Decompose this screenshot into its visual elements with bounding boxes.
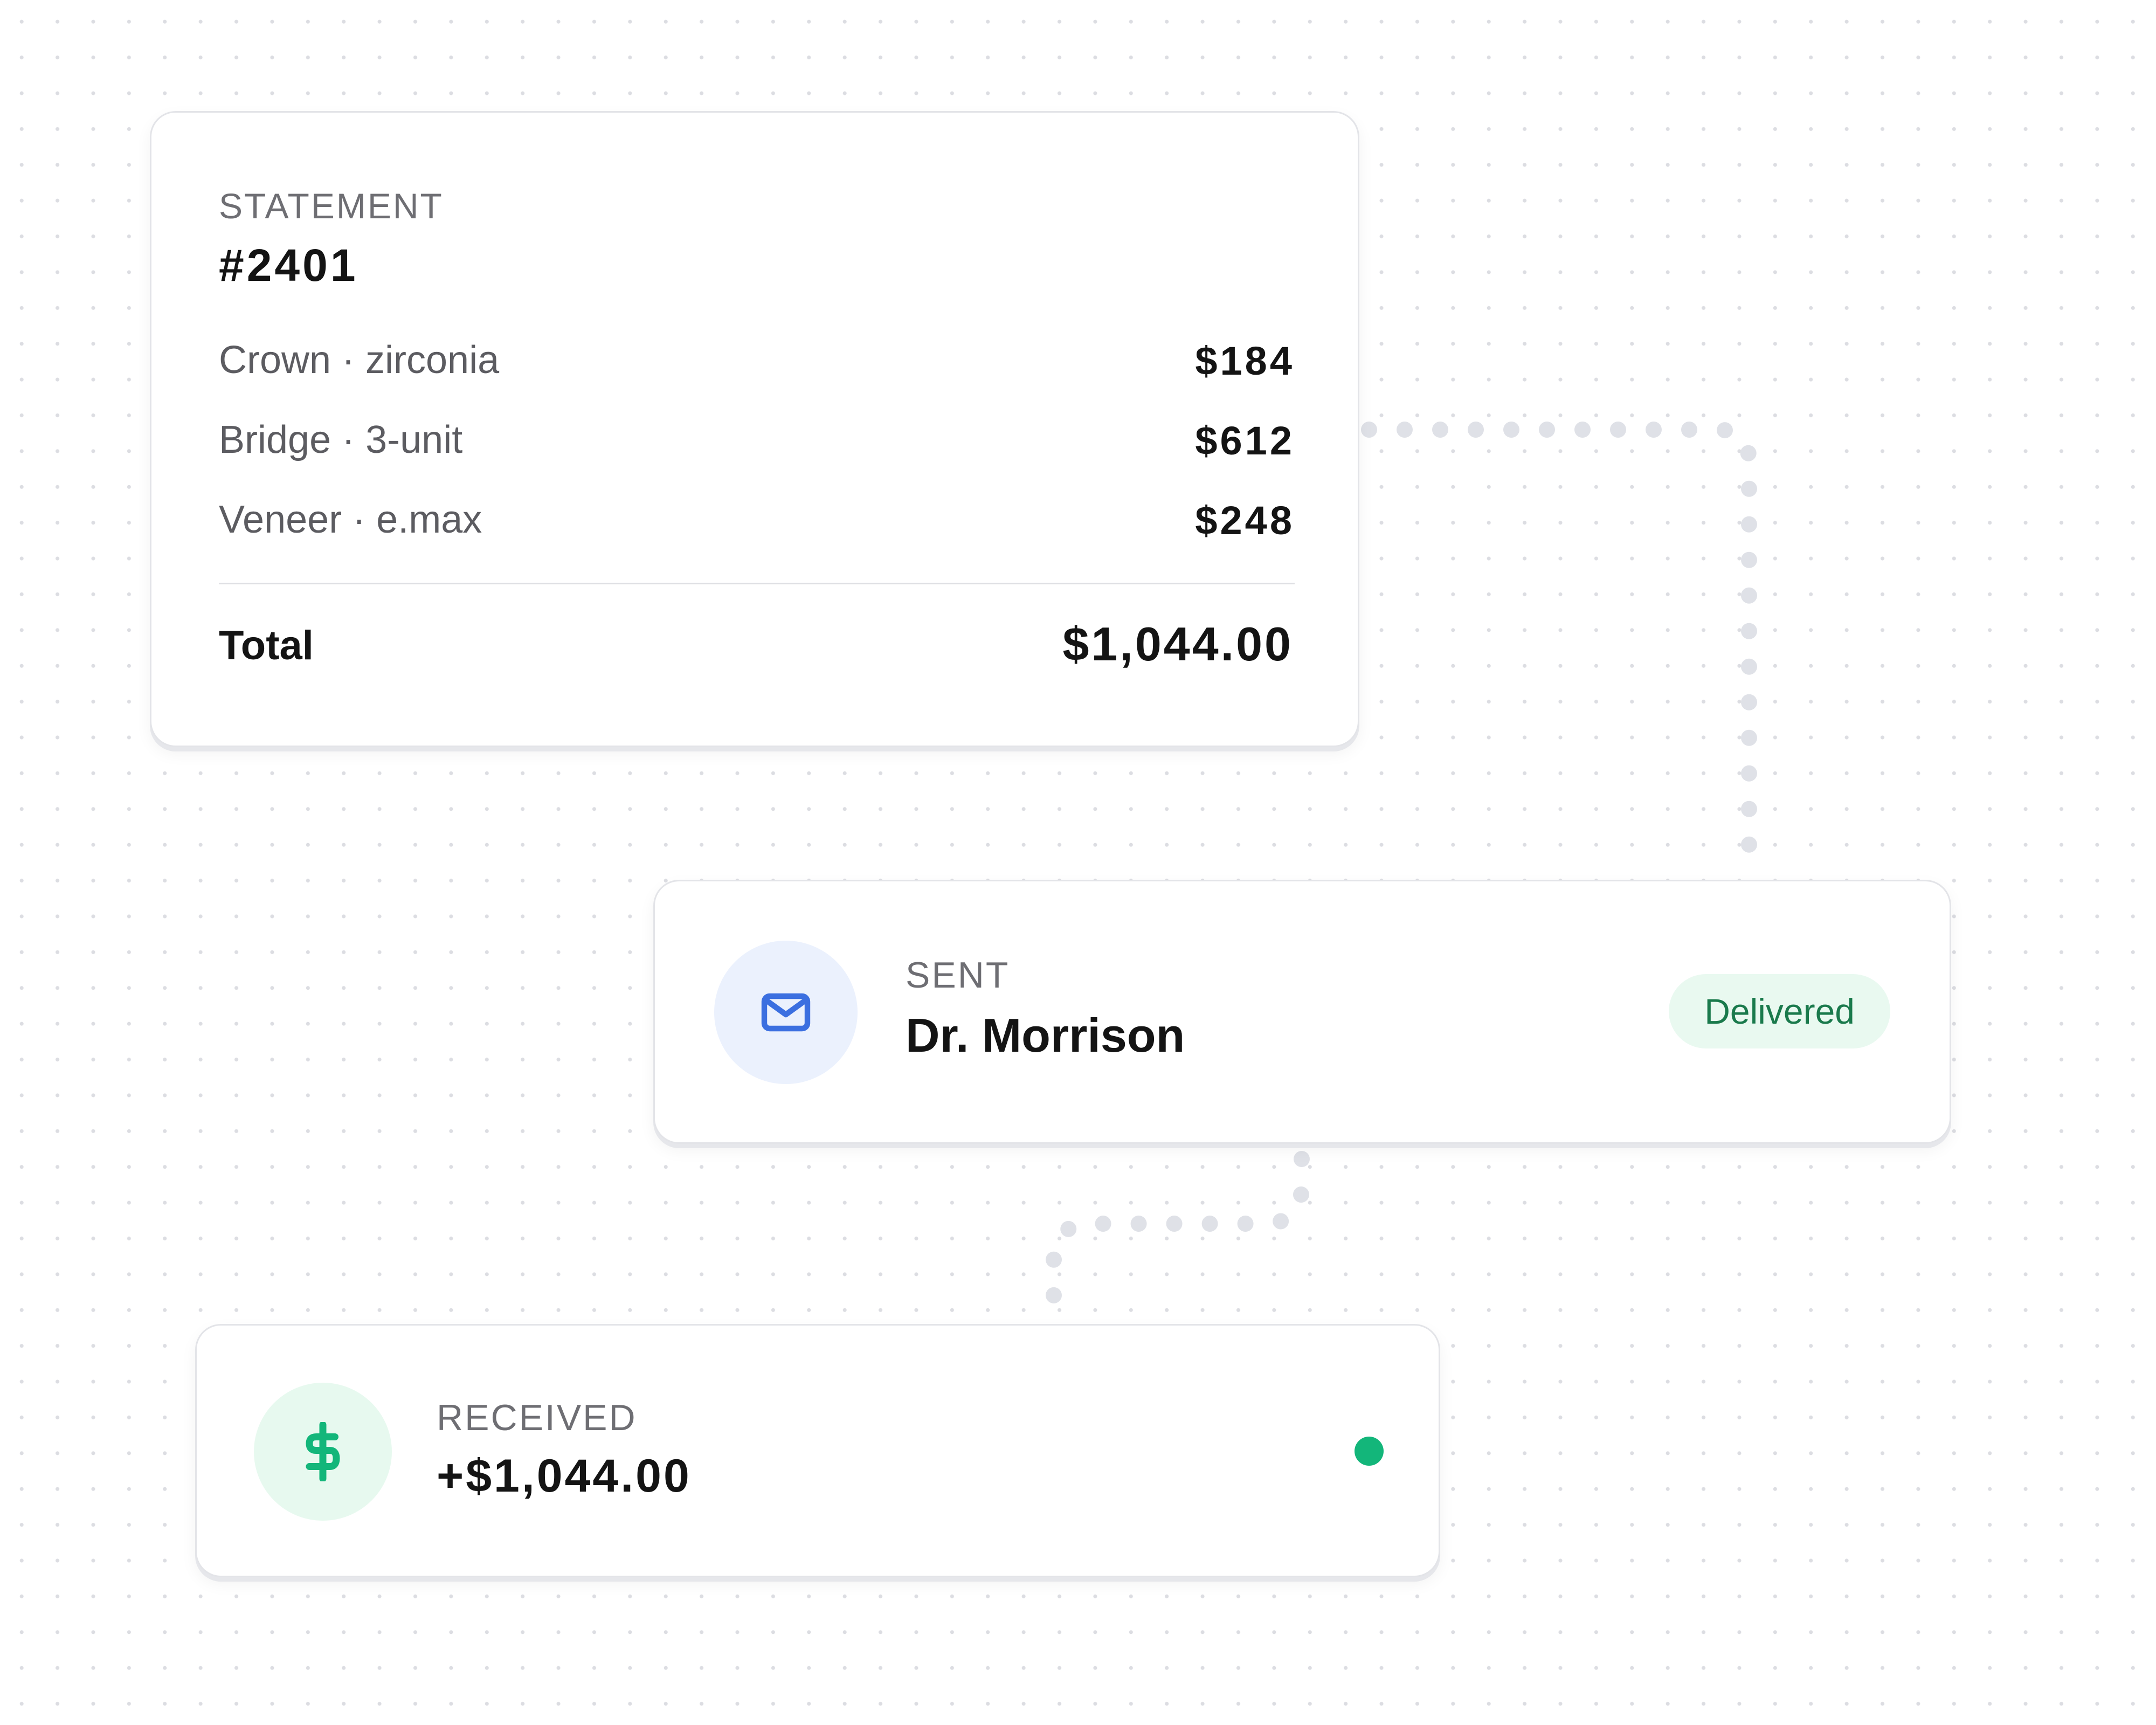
line-item-name: Veneer · e.max: [219, 498, 482, 541]
mail-icon-container: [714, 941, 858, 1084]
line-item-name: Crown · zirconia: [219, 339, 500, 382]
total-value: $1,044.00: [1062, 617, 1293, 671]
sent-card: SENT Dr. Morrison Delivered: [653, 880, 1951, 1144]
sent-label: SENT: [906, 955, 1010, 996]
received-label: RECEIVED: [437, 1397, 637, 1438]
statement-label: STATEMENT: [219, 186, 444, 226]
received-card: RECEIVED +$1,044.00: [195, 1324, 1440, 1577]
mail-icon: [761, 993, 811, 1032]
status-badge: Delivered: [1669, 974, 1890, 1048]
divider: [219, 583, 1295, 584]
line-item-price: $184: [1195, 339, 1295, 383]
line-item-price: $612: [1195, 418, 1295, 463]
line-item: Bridge · 3-unit $612: [219, 418, 1295, 472]
dollar-icon: [306, 1422, 340, 1481]
total-label: Total: [219, 623, 314, 668]
statement-card: STATEMENT #2401 Crown · zirconia $184 Br…: [150, 111, 1359, 747]
line-item: Crown · zirconia $184: [219, 338, 1295, 392]
recipient-name: Dr. Morrison: [906, 1009, 1185, 1062]
statement-number: #2401: [219, 240, 358, 291]
received-amount: +$1,044.00: [437, 1450, 692, 1502]
status-dot: [1355, 1437, 1384, 1466]
dollar-icon-container: [254, 1383, 392, 1521]
line-item-name: Bridge · 3-unit: [219, 418, 463, 461]
line-item: Veneer · e.max $248: [219, 498, 1295, 551]
line-item-price: $248: [1195, 498, 1295, 543]
